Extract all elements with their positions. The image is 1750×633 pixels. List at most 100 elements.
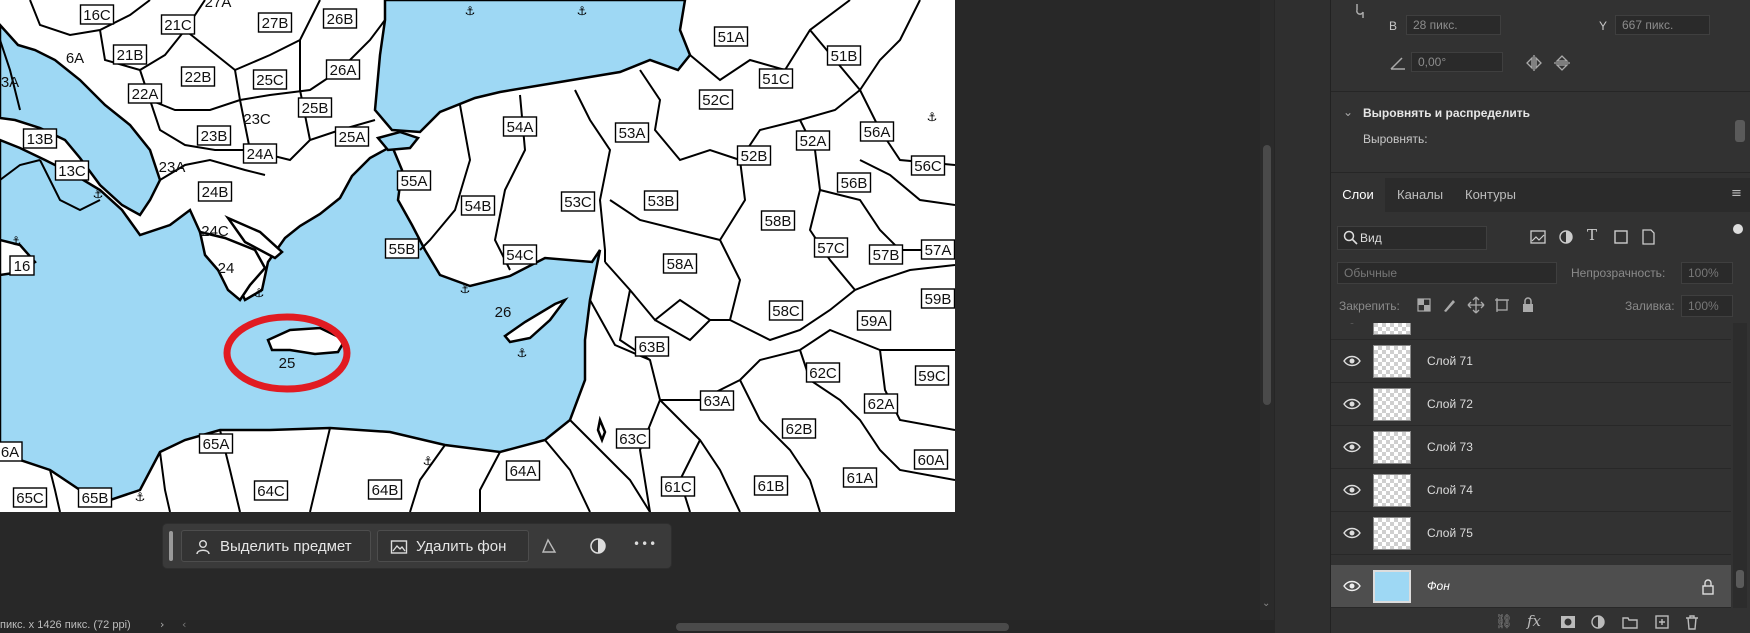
flip-vertical-icon[interactable] (1553, 54, 1571, 72)
delete-layer-trash-icon[interactable] (1683, 613, 1701, 631)
shape-layer-filter-icon[interactable] (1612, 228, 1630, 246)
adjustment-layer-filter-icon[interactable] (1557, 228, 1575, 246)
region-label: 59C (918, 368, 946, 385)
region-label: 62A (868, 396, 895, 413)
select-subject-button[interactable]: Выделить предмет (181, 530, 371, 562)
region-label: 27B (262, 15, 289, 32)
more-options-button[interactable]: ••• (633, 537, 657, 551)
tab-channels[interactable]: Каналы (1397, 178, 1443, 212)
region-label: 65C (16, 490, 44, 507)
angle-field[interactable]: 0,00° (1411, 52, 1503, 72)
status-menu-arrow-icon[interactable]: › (160, 618, 164, 631)
region-label: 21B (117, 47, 144, 64)
new-group-folder-icon[interactable] (1621, 613, 1639, 631)
region-label: 61B (758, 478, 785, 495)
scroll-left-arrow-icon[interactable]: ‹ (182, 618, 186, 631)
lock-artboard-icon[interactable] (1493, 296, 1511, 314)
flip-horizontal-icon[interactable] (1525, 54, 1543, 72)
layer-row[interactable]: Слой 70 (1331, 323, 1731, 340)
fill-field[interactable]: 100% (1681, 295, 1733, 317)
eye-visibility-icon[interactable] (1343, 353, 1361, 369)
canvas-horizontal-scroll-thumb[interactable] (676, 623, 1009, 631)
layer-name: Слой 74 (1427, 483, 1473, 497)
layer-row[interactable]: Слой 73 (1331, 426, 1731, 469)
properties-scroll-thumb[interactable] (1735, 120, 1745, 142)
eye-visibility-icon[interactable] (1343, 525, 1361, 541)
tab-paths[interactable]: Контуры (1465, 178, 1516, 212)
region-label: 52B (741, 148, 768, 165)
layer-row[interactable]: Слой 72 (1331, 383, 1731, 426)
canvas-vertical-scroll-thumb[interactable] (1263, 145, 1271, 405)
layer-thumbnail (1373, 474, 1411, 507)
adjustment-icon[interactable] (588, 536, 608, 556)
region-label: 61C (664, 479, 692, 496)
scroll-down-arrow-icon[interactable]: ⌄ (1262, 598, 1270, 609)
region-label: 23A (159, 159, 186, 176)
region-label: 52A (800, 133, 827, 150)
layers-scrollbar[interactable] (1733, 323, 1747, 608)
region-label: 57B (873, 247, 900, 264)
region-label: 58A (667, 256, 694, 273)
region-label: 56C (914, 158, 942, 175)
region-label: 26 (495, 304, 512, 321)
eye-visibility-icon[interactable] (1343, 578, 1361, 594)
y-label: Y (1599, 19, 1608, 33)
region-label: 51A (718, 29, 745, 46)
panel-menu-icon[interactable]: ≡ (1731, 186, 1742, 201)
align-section-title[interactable]: Выровнять и распределить (1363, 106, 1530, 120)
smart-object-filter-icon[interactable] (1639, 228, 1657, 246)
type-layer-filter-icon[interactable]: T (1587, 226, 1597, 244)
eye-visibility-icon[interactable] (1343, 482, 1361, 498)
eye-visibility-icon[interactable] (1343, 439, 1361, 455)
background-layer-row[interactable]: Фон (1331, 565, 1731, 608)
region-label: 62B (786, 421, 813, 438)
link-chain-icon[interactable] (1351, 2, 1369, 20)
add-mask-icon[interactable] (1559, 613, 1577, 631)
width-field[interactable]: 28 пикс. (1406, 15, 1501, 35)
region-label: 26A (330, 62, 357, 79)
transform-icon[interactable] (539, 536, 559, 556)
layer-row[interactable]: Слой 74 (1331, 469, 1731, 512)
new-layer-icon[interactable] (1653, 613, 1671, 631)
layer-thumbnail (1373, 323, 1411, 335)
layers-scroll-thumb[interactable] (1736, 570, 1744, 588)
remove-background-label: Удалить фон (416, 538, 507, 555)
remove-background-button[interactable]: Удалить фон (377, 530, 529, 562)
tab-layers[interactable]: Слои (1331, 178, 1385, 212)
region-label: 64A (510, 463, 537, 480)
document-canvas[interactable]: 16C 21C 27B 26B 21B 22B 25C 26A 22A 25B 13B 23B 24A 2… (0, 0, 955, 512)
document-info: пикс. x 1426 пикс. (72 ppi) (0, 619, 131, 631)
opacity-field[interactable]: 100% (1681, 262, 1733, 284)
layer-row[interactable]: Слой 71 (1331, 340, 1731, 383)
region-label: 63B (639, 339, 666, 356)
blend-mode-select[interactable]: Обычные (1337, 262, 1557, 284)
region-label: 6A (1, 444, 19, 461)
chevron-down-icon[interactable]: ⌄ (1343, 105, 1353, 119)
layer-name: Слой 73 (1427, 440, 1473, 454)
contextual-task-bar: Выделить предмет Удалить фон ••• (163, 524, 671, 568)
layer-style-fx-icon[interactable]: fx (1527, 612, 1541, 630)
filter-toggle-icon[interactable] (1733, 224, 1743, 234)
image-remove-icon (390, 540, 408, 554)
eye-visibility-icon[interactable] (1343, 396, 1361, 412)
layer-lock-icon[interactable] (1699, 578, 1717, 596)
lock-position-move-icon[interactable] (1467, 296, 1485, 314)
lock-transparency-icon[interactable] (1415, 296, 1433, 314)
y-field[interactable]: 667 пикс. (1615, 15, 1710, 35)
anchor-icon: ⚓ (11, 234, 22, 248)
layer-name: Слой 75 (1427, 526, 1473, 540)
lock-pixels-brush-icon[interactable] (1441, 296, 1459, 314)
layer-name: Слой 71 (1427, 354, 1473, 368)
lock-label: Закрепить: (1339, 299, 1400, 313)
align-label: Выровнять: (1363, 132, 1428, 146)
layer-row[interactable]: Слой 75 (1331, 512, 1731, 555)
fill-label: Заливка: (1625, 299, 1675, 313)
link-layers-icon[interactable]: ⛓ (1495, 614, 1513, 630)
taskbar-grip[interactable] (169, 531, 173, 561)
layers-list: Слой 70 Слой 71 Слой 72 Слой 73 Слой 74 … (1331, 323, 1731, 573)
pixel-layer-filter-icon[interactable] (1529, 228, 1547, 246)
right-panel: В 28 пикс. Y 667 пикс. 0,00° ⌄ Выровнять… (1330, 0, 1750, 633)
lock-all-icon[interactable] (1519, 296, 1537, 314)
new-adjustment-layer-icon[interactable] (1589, 613, 1607, 631)
eye-visibility-icon[interactable] (1343, 323, 1361, 326)
